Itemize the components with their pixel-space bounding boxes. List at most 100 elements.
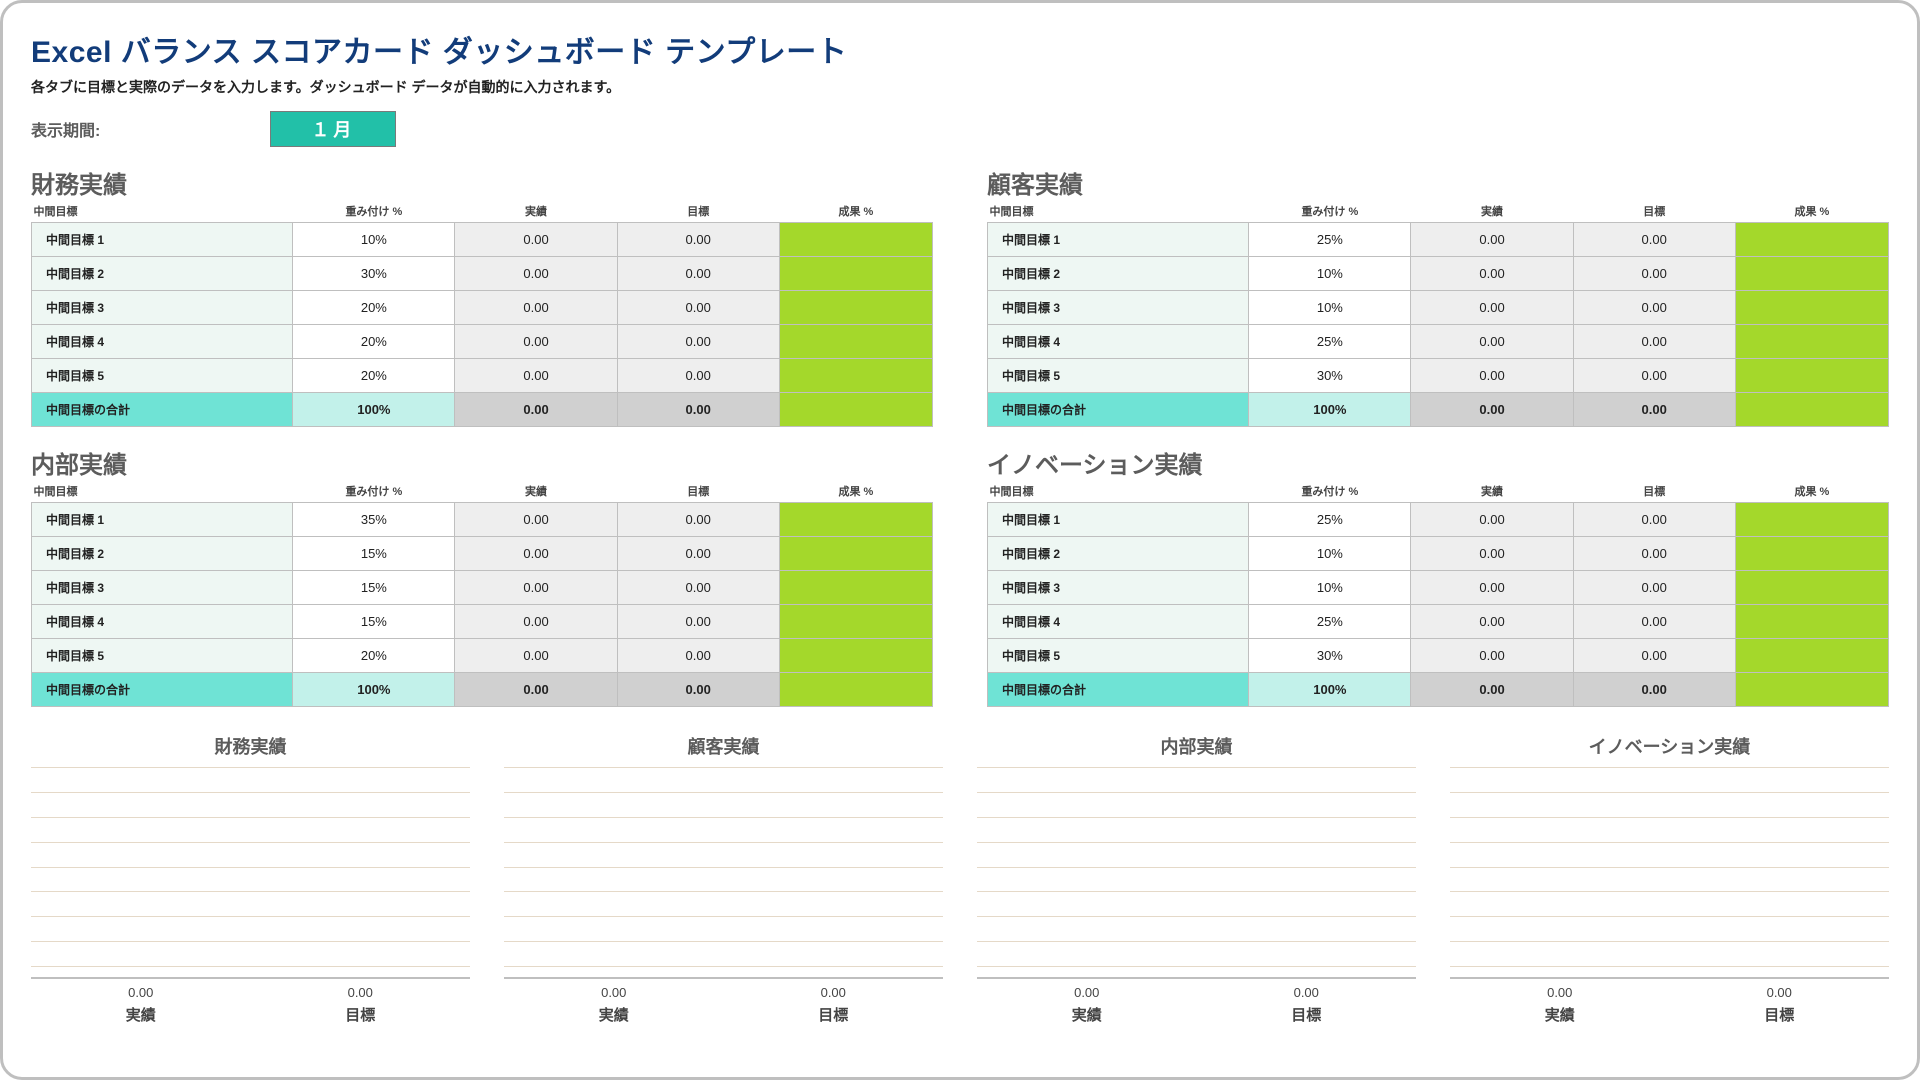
cell-name[interactable]: 中間目標 1 [988,223,1249,257]
cell-name[interactable]: 中間目標 3 [988,291,1249,325]
cell-name[interactable]: 中間目標 3 [32,291,293,325]
cell-weight[interactable]: 35% [293,503,455,537]
cell-result[interactable] [779,257,932,291]
cell-name[interactable]: 中間目標 5 [988,639,1249,673]
cell-actual[interactable]: 0.00 [1411,605,1573,639]
cell-target[interactable]: 0.00 [617,639,779,673]
cell-result[interactable] [1735,223,1888,257]
cell-actual[interactable]: 0.00 [1411,223,1573,257]
cell-result[interactable] [1735,639,1888,673]
cell-result[interactable] [1735,503,1888,537]
cell-weight[interactable]: 10% [1249,257,1411,291]
cell-target[interactable]: 0.00 [1573,571,1735,605]
cell-target[interactable]: 0.00 [617,571,779,605]
cell-weight[interactable]: 20% [293,359,455,393]
cell-result[interactable] [779,571,932,605]
cell-weight[interactable]: 20% [293,291,455,325]
cell-target[interactable]: 0.00 [1573,537,1735,571]
cell-name[interactable]: 中間目標 1 [32,503,293,537]
cell-name[interactable]: 中間目標 2 [32,537,293,571]
cell-weight[interactable]: 15% [293,605,455,639]
cell-name[interactable]: 中間目標 5 [32,639,293,673]
cell-target[interactable]: 0.00 [617,257,779,291]
cell-result[interactable] [779,639,932,673]
cell-result[interactable] [779,537,932,571]
cell-target[interactable]: 0.00 [1573,223,1735,257]
cell-name[interactable]: 中間目標 1 [32,223,293,257]
cell-name[interactable]: 中間目標 4 [988,605,1249,639]
cell-weight[interactable]: 30% [1249,359,1411,393]
cell-result[interactable] [1735,359,1888,393]
cell-target[interactable]: 0.00 [1573,325,1735,359]
cell-name[interactable]: 中間目標 3 [988,571,1249,605]
cell-result[interactable] [779,605,932,639]
cell-target[interactable]: 0.00 [1573,639,1735,673]
cell-actual[interactable]: 0.00 [1411,639,1573,673]
cell-target[interactable]: 0.00 [617,223,779,257]
cell-weight[interactable]: 30% [293,257,455,291]
cell-actual[interactable]: 0.00 [455,291,617,325]
cell-weight[interactable]: 25% [1249,605,1411,639]
cell-actual[interactable]: 0.00 [1411,291,1573,325]
cell-target[interactable]: 0.00 [617,325,779,359]
cell-name[interactable]: 中間目標 2 [988,257,1249,291]
cell-target[interactable]: 0.00 [1573,291,1735,325]
cell-target[interactable]: 0.00 [617,359,779,393]
cell-actual[interactable]: 0.00 [455,605,617,639]
cell-result[interactable] [1735,325,1888,359]
cell-weight[interactable]: 25% [1249,325,1411,359]
cell-result[interactable] [1735,257,1888,291]
cell-weight[interactable]: 10% [1249,537,1411,571]
cell-name[interactable]: 中間目標 5 [32,359,293,393]
cell-target[interactable]: 0.00 [617,291,779,325]
cell-result[interactable] [1735,605,1888,639]
cell-target[interactable]: 0.00 [617,605,779,639]
cell-weight[interactable]: 10% [1249,571,1411,605]
cell-result[interactable] [779,291,932,325]
cell-actual[interactable]: 0.00 [1411,257,1573,291]
cell-weight[interactable]: 20% [293,639,455,673]
cell-result[interactable] [1735,537,1888,571]
cell-weight[interactable]: 15% [293,537,455,571]
cell-result[interactable] [779,325,932,359]
cell-actual[interactable]: 0.00 [1411,537,1573,571]
cell-target[interactable]: 0.00 [1573,503,1735,537]
cell-name[interactable]: 中間目標 3 [32,571,293,605]
cell-result[interactable] [779,359,932,393]
cell-weight[interactable]: 10% [293,223,455,257]
cell-result[interactable] [1735,571,1888,605]
cell-actual[interactable]: 0.00 [455,571,617,605]
cell-weight[interactable]: 25% [1249,503,1411,537]
cell-target[interactable]: 0.00 [617,537,779,571]
cell-result[interactable] [1735,291,1888,325]
period-selector[interactable]: １月 [270,111,396,147]
cell-result[interactable] [779,223,932,257]
cell-name[interactable]: 中間目標 5 [988,359,1249,393]
cell-actual[interactable]: 0.00 [1411,325,1573,359]
cell-weight[interactable]: 25% [1249,223,1411,257]
cell-name[interactable]: 中間目標 2 [988,537,1249,571]
cell-target[interactable]: 0.00 [617,503,779,537]
cell-weight[interactable]: 20% [293,325,455,359]
cell-actual[interactable]: 0.00 [455,639,617,673]
cell-actual[interactable]: 0.00 [455,257,617,291]
cell-actual[interactable]: 0.00 [455,359,617,393]
cell-weight[interactable]: 10% [1249,291,1411,325]
cell-name[interactable]: 中間目標 4 [32,605,293,639]
cell-actual[interactable]: 0.00 [455,325,617,359]
cell-target[interactable]: 0.00 [1573,257,1735,291]
cell-name[interactable]: 中間目標 2 [32,257,293,291]
cell-name[interactable]: 中間目標 4 [988,325,1249,359]
cell-name[interactable]: 中間目標 4 [32,325,293,359]
cell-actual[interactable]: 0.00 [455,223,617,257]
cell-name[interactable]: 中間目標 1 [988,503,1249,537]
cell-weight[interactable]: 15% [293,571,455,605]
cell-actual[interactable]: 0.00 [455,537,617,571]
cell-target[interactable]: 0.00 [1573,605,1735,639]
cell-target[interactable]: 0.00 [1573,359,1735,393]
cell-actual[interactable]: 0.00 [455,503,617,537]
cell-result[interactable] [779,503,932,537]
cell-actual[interactable]: 0.00 [1411,503,1573,537]
cell-actual[interactable]: 0.00 [1411,359,1573,393]
cell-weight[interactable]: 30% [1249,639,1411,673]
